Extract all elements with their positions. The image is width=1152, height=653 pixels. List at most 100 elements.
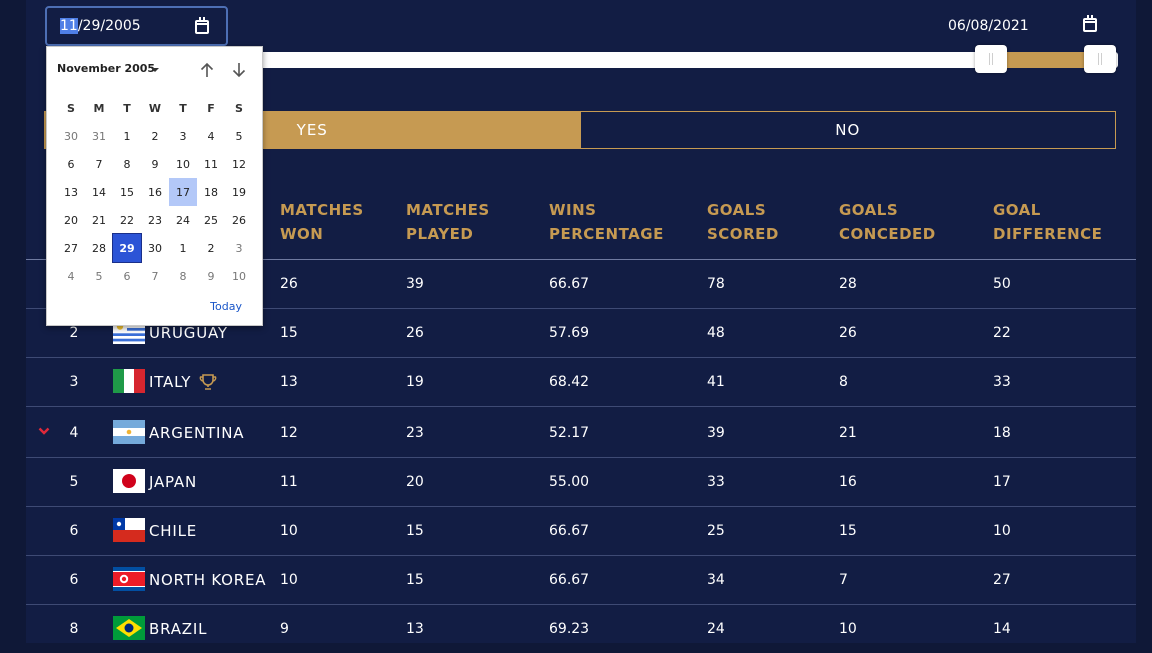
table-row[interactable]: 4 Argentina 12 23 52.17 39 21 18 <box>26 408 1136 458</box>
calendar-day[interactable]: 6 <box>113 262 141 290</box>
brazil-flag-icon <box>113 616 145 640</box>
argentina-flag-icon <box>113 420 145 444</box>
goal-difference: 22 <box>993 324 1011 341</box>
end-date-input[interactable]: 06/08/2021 <box>946 6 1111 46</box>
calendar-day[interactable]: 1 <box>169 234 197 262</box>
goals-scored: 33 <box>707 473 725 490</box>
header-goal-difference[interactable]: goal difference <box>993 198 1102 246</box>
calendar-day[interactable]: 9 <box>141 150 169 178</box>
goal-difference: 10 <box>993 522 1011 539</box>
table-row[interactable]: 5 Japan 11 20 55.00 33 16 17 <box>26 457 1136 507</box>
weekday-header: T <box>123 101 131 115</box>
calendar-day[interactable]: 8 <box>113 150 141 178</box>
goals-conceded: 8 <box>839 373 848 390</box>
calendar-day[interactable]: 9 <box>197 262 225 290</box>
goals-scored: 39 <box>707 424 725 441</box>
month-year-selector[interactable]: November 2005 <box>57 62 155 75</box>
rank: 8 <box>69 620 79 637</box>
caret-down-icon[interactable] <box>151 68 159 72</box>
calendar-icon[interactable] <box>1083 15 1097 32</box>
goal-difference: 50 <box>993 275 1011 292</box>
calendar-icon[interactable] <box>195 17 209 34</box>
calendar-day[interactable]: 30 <box>57 122 85 150</box>
calendar-day[interactable]: 1 <box>113 122 141 150</box>
calendar-day[interactable]: 30 <box>141 234 169 262</box>
matches-played: 19 <box>406 373 424 390</box>
table-row[interactable]: 6 Chile 10 15 66.67 25 15 10 <box>26 506 1136 556</box>
calendar-day[interactable]: 24 <box>169 206 197 234</box>
start-date-input[interactable]: 11/29/2005 <box>45 6 228 46</box>
slider-handle-start[interactable] <box>975 45 1007 73</box>
goals-conceded: 16 <box>839 473 857 490</box>
calendar-day[interactable]: 27 <box>57 234 85 262</box>
matches-won: 26 <box>280 275 298 292</box>
weekday-header: W <box>148 101 162 115</box>
matches-won: 9 <box>280 620 289 637</box>
header-goals-scored[interactable]: goals scored <box>707 198 779 246</box>
end-date-value: 06/08/2021 <box>948 18 1029 34</box>
calendar-day[interactable]: 4 <box>197 122 225 150</box>
calendar-day[interactable]: 6 <box>57 150 85 178</box>
calendar-day[interactable]: 19 <box>225 178 253 206</box>
matches-played: 15 <box>406 571 424 588</box>
calendar-day[interactable]: 3 <box>225 234 253 262</box>
calendar-day[interactable]: 20 <box>57 206 85 234</box>
slider-handle-end[interactable] <box>1084 45 1116 73</box>
calendar-day[interactable]: 18 <box>197 178 225 206</box>
table-row[interactable]: 3 Italy 13 19 68.42 41 8 33 <box>26 357 1136 407</box>
wins-percentage: 57.69 <box>549 324 590 341</box>
calendar-day[interactable]: 3 <box>169 122 197 150</box>
matches-won: 10 <box>280 571 298 588</box>
calendar-day[interactable]: 11 <box>197 150 225 178</box>
calendar-day[interactable]: 17 <box>169 178 197 206</box>
calendar-day[interactable]: 26 <box>225 206 253 234</box>
calendar-day[interactable]: 25 <box>197 206 225 234</box>
no-button[interactable]: No <box>579 112 1116 148</box>
header-wins-percentage[interactable]: wins percentage <box>549 198 664 246</box>
matches-won: 10 <box>280 522 298 539</box>
calendar-day[interactable]: 10 <box>225 262 253 290</box>
goals-scored: 78 <box>707 275 725 292</box>
calendar-day[interactable]: 21 <box>85 206 113 234</box>
calendar-day[interactable]: 15 <box>113 178 141 206</box>
date-picker-popup: November 2005 S M T W T F S 30 31 1 2 3 4 5 6 7 8 9 10 11 12… <box>46 46 263 326</box>
calendar-day-selected[interactable]: 29 <box>112 233 142 263</box>
calendar-day[interactable]: 12 <box>225 150 253 178</box>
matches-played: 26 <box>406 324 424 341</box>
calendar-day[interactable]: 2 <box>197 234 225 262</box>
wins-percentage: 66.67 <box>549 571 590 588</box>
calendar-day[interactable]: 7 <box>141 262 169 290</box>
calendar-day[interactable]: 22 <box>113 206 141 234</box>
matches-played: 39 <box>406 275 424 292</box>
calendar-day[interactable]: 28 <box>85 234 113 262</box>
table-row[interactable]: 8 Brazil 9 13 69.23 24 10 14 <box>26 604 1136 653</box>
today-button[interactable]: Today <box>210 300 242 313</box>
calendar-day[interactable]: 2 <box>141 122 169 150</box>
header-matches-played[interactable]: Matches played <box>406 198 490 246</box>
calendar-day[interactable]: 10 <box>169 150 197 178</box>
calendar-day[interactable]: 14 <box>85 178 113 206</box>
calendar-day[interactable]: 5 <box>225 122 253 150</box>
rank: 5 <box>69 473 79 490</box>
goals-conceded: 28 <box>839 275 857 292</box>
calendar-day[interactable]: 13 <box>57 178 85 206</box>
arrow-up-icon[interactable] <box>198 61 216 79</box>
header-goals-conceded[interactable]: goals conceded <box>839 198 936 246</box>
italy-flag-icon <box>113 369 145 393</box>
calendar-day[interactable]: 7 <box>85 150 113 178</box>
table-row[interactable]: 6 North Korea 10 15 66.67 34 7 27 <box>26 555 1136 605</box>
calendar-day[interactable]: 31 <box>85 122 113 150</box>
calendar-day[interactable]: 16 <box>141 178 169 206</box>
chevron-down-icon[interactable] <box>38 426 50 436</box>
goal-difference: 17 <box>993 473 1011 490</box>
calendar-day[interactable]: 4 <box>57 262 85 290</box>
wins-percentage: 52.17 <box>549 424 590 441</box>
calendar-day[interactable]: 5 <box>85 262 113 290</box>
calendar-day[interactable]: 23 <box>141 206 169 234</box>
calendar-day[interactable]: 8 <box>169 262 197 290</box>
matches-played: 20 <box>406 473 424 490</box>
goals-scored: 34 <box>707 571 725 588</box>
weekday-header: T <box>179 101 187 115</box>
header-matches-won[interactable]: Matches won <box>280 198 364 246</box>
arrow-down-icon[interactable] <box>230 61 248 79</box>
